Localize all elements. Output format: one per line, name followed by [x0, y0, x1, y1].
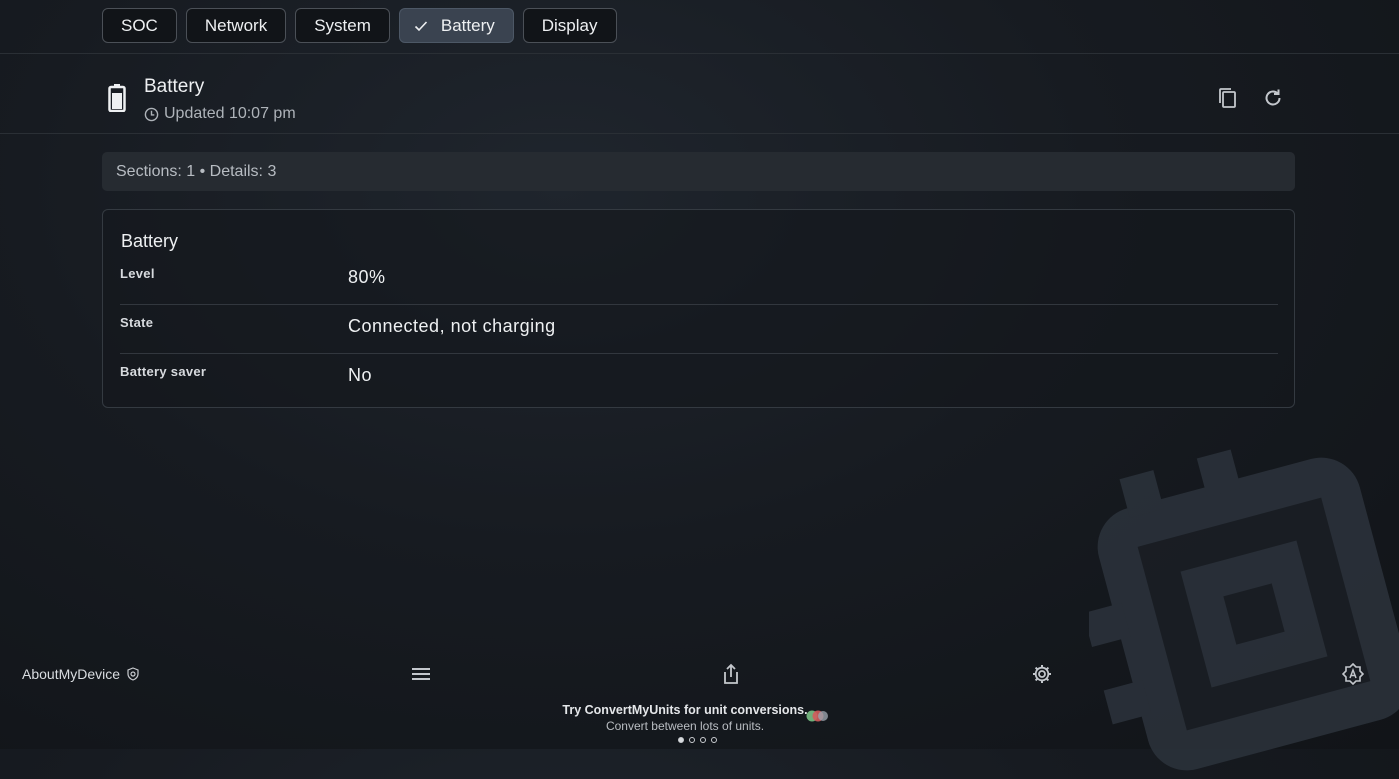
tab-label: System [314, 15, 371, 35]
tab-label: Display [541, 15, 598, 35]
share-icon[interactable] [720, 663, 742, 685]
tab-bar: SOC Network System Battery Display [102, 8, 617, 43]
detail-row: Battery saver No [120, 354, 1278, 402]
shield-icon [127, 667, 139, 681]
updated-time: Updated 10:07 pm [144, 105, 296, 123]
updated-text: Updated 10:07 pm [164, 105, 296, 122]
divider [0, 53, 1399, 54]
detail-value: No [348, 365, 373, 385]
chip-watermark-icon [1089, 449, 1399, 771]
app-name: AboutMyDevice [22, 666, 140, 682]
tab-network[interactable]: Network [185, 8, 287, 43]
detail-label: Battery saver [120, 364, 207, 379]
detail-label: Level [120, 266, 155, 281]
auto-brightness-icon[interactable] [1342, 663, 1364, 685]
divider [0, 133, 1399, 134]
tab-label: Network [204, 15, 268, 35]
pager-dot[interactable] [711, 737, 717, 743]
settings-icon[interactable] [1031, 663, 1053, 685]
detail-label: State [120, 315, 154, 330]
pager-dot[interactable] [700, 737, 706, 743]
refresh-icon[interactable] [1261, 86, 1285, 110]
battery-section-card: Battery Level 80% State Connected, not c… [102, 209, 1295, 408]
tab-soc[interactable]: SOC [102, 8, 177, 43]
convertmyunits-logo-icon [806, 710, 828, 722]
tab-system[interactable]: System [295, 8, 390, 43]
pager-dot[interactable] [678, 737, 684, 743]
detail-row: State Connected, not charging [120, 305, 1278, 354]
section-title: Battery [121, 231, 179, 251]
detail-value: Connected, not charging [348, 316, 556, 336]
pager-dots [678, 737, 717, 743]
app-name-text: AboutMyDevice [22, 666, 121, 682]
clock-icon [144, 107, 159, 121]
promo-banner[interactable]: Try ConvertMyUnits for unit conversions.… [540, 703, 860, 733]
tab-label: SOC [121, 15, 158, 35]
tab-display[interactable]: Display [522, 8, 617, 43]
menu-icon[interactable] [410, 663, 432, 685]
check-icon [414, 20, 427, 31]
summary-bar: Sections: 1 • Details: 3 [102, 152, 1295, 191]
detail-value: 80% [348, 267, 386, 287]
tab-label: Battery [440, 15, 495, 35]
summary-text: Sections: 1 • Details: 3 [116, 162, 277, 180]
pager-dot[interactable] [689, 737, 695, 743]
detail-row: Level 80% [120, 256, 1278, 305]
page-title: Battery [144, 76, 205, 97]
tab-battery[interactable]: Battery [398, 8, 514, 43]
battery-icon [108, 84, 126, 112]
copy-icon[interactable] [1216, 86, 1240, 110]
